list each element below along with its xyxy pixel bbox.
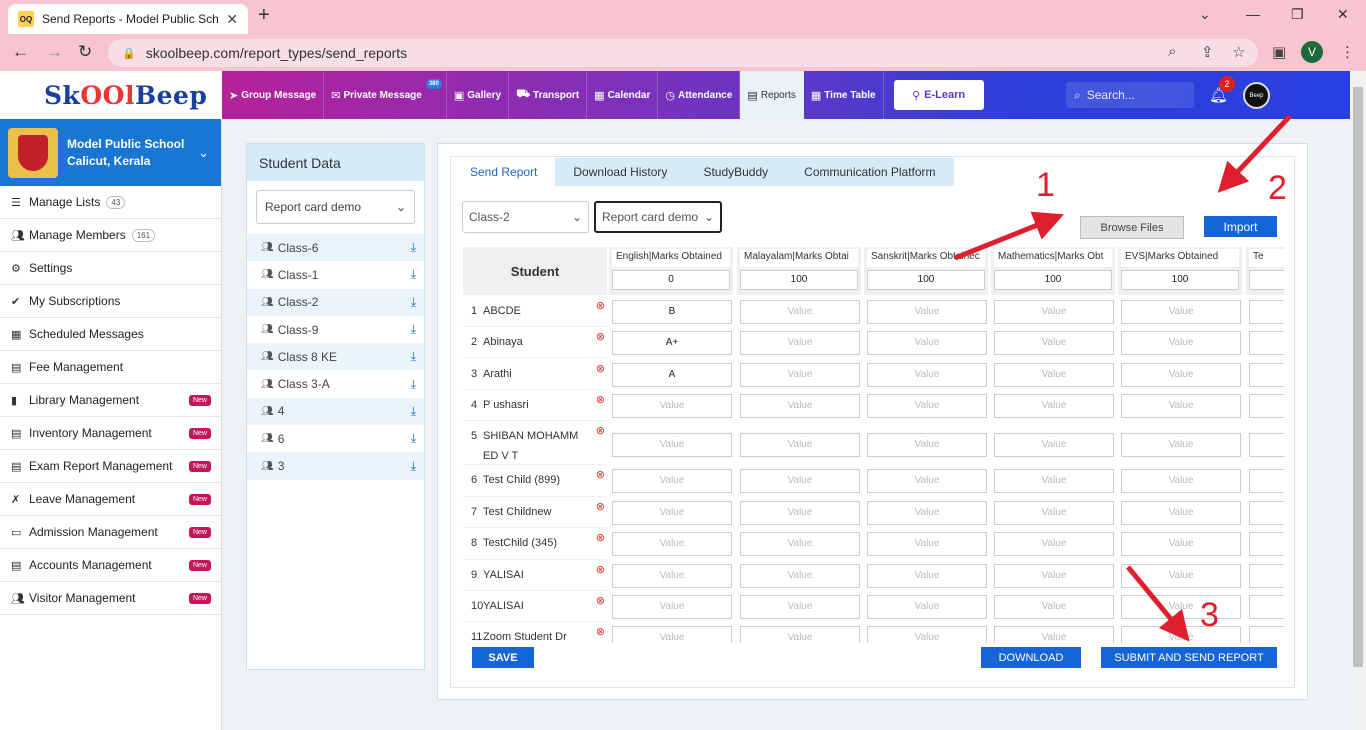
arrow-1: [954, 211, 1064, 261]
annotation-number-3: 3: [1200, 596, 1219, 634]
annotation-arrows: [954, 114, 1292, 642]
arrow-3: [1126, 565, 1190, 642]
annotation-number-2: 2: [1268, 169, 1287, 207]
annotation-number-1: 1: [1036, 166, 1055, 204]
